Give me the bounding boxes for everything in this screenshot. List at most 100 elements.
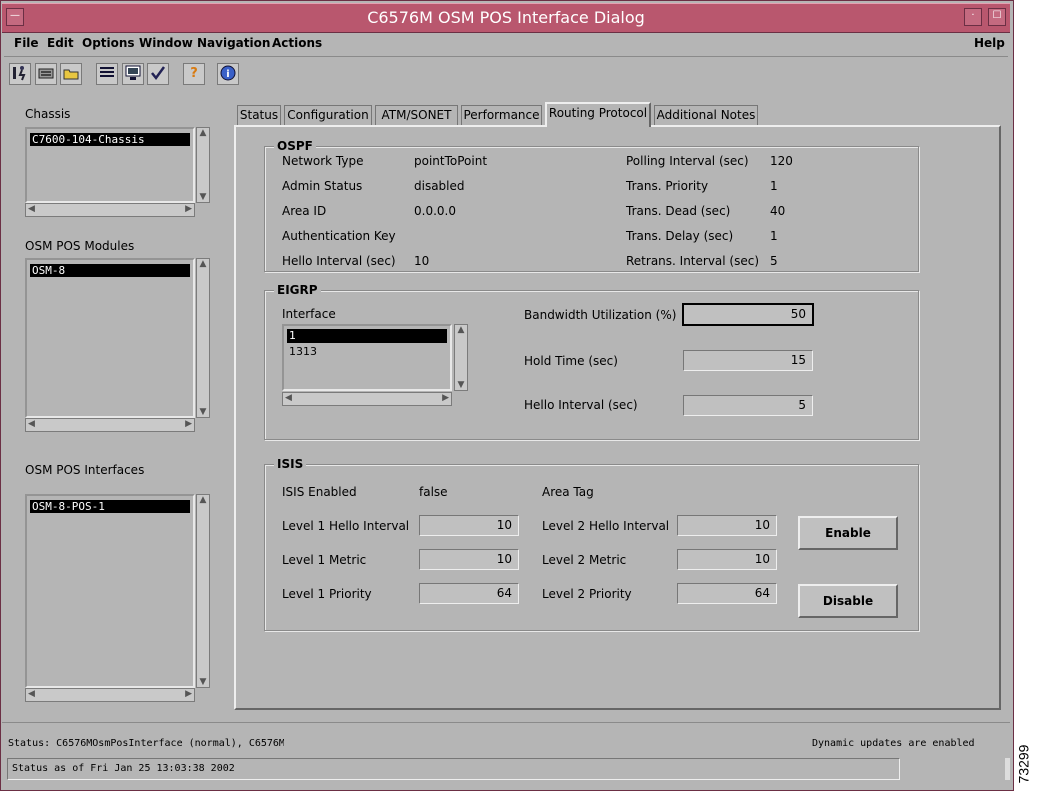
tab-performance[interactable]: Performance	[461, 105, 542, 126]
eigrp-hscrollbar[interactable]: ◀ ▶	[282, 392, 452, 406]
ospf-hello-interval-value: 10	[414, 254, 430, 268]
l1-hello-field[interactable]: 10	[419, 515, 519, 536]
list-item[interactable]: OSM-8-POS-1	[30, 500, 190, 513]
list-item[interactable]: 1	[287, 329, 447, 343]
trans-priority-label: Trans. Priority	[626, 179, 709, 193]
list-icon[interactable]	[96, 63, 118, 85]
eigrp-interface-label: Interface	[282, 307, 336, 321]
hold-time-field[interactable]: 15	[683, 350, 813, 371]
polling-interval-label: Polling Interval (sec)	[626, 154, 749, 168]
run-icon[interactable]	[9, 63, 31, 85]
isis-title: ISIS	[274, 457, 307, 471]
menu-help[interactable]: Help	[974, 36, 1005, 50]
disable-button[interactable]: Disable	[798, 584, 898, 618]
checkmark-icon[interactable]	[147, 63, 169, 85]
trans-priority-value: 1	[770, 179, 778, 193]
network-type-label: Network Type	[282, 154, 364, 168]
menu-navigation[interactable]: Navigation	[197, 36, 270, 50]
modules-list[interactable]: OSM-8	[25, 258, 195, 418]
chassis-label: Chassis	[25, 107, 71, 121]
l2-metric-label: Level 2 Metric	[542, 553, 627, 567]
modules-vscrollbar[interactable]: ▲ ▼	[196, 258, 210, 418]
ospf-title: OSPF	[274, 139, 316, 153]
retrans-interval-value: 5	[770, 254, 778, 268]
tab-atm-sonet[interactable]: ATM/SONET	[375, 105, 458, 126]
isis-enabled-label: ISIS Enabled	[282, 485, 357, 499]
minimize-button[interactable]: ·	[964, 8, 982, 26]
chassis-hscrollbar[interactable]: ◀ ▶	[25, 203, 195, 217]
eigrp-vscrollbar[interactable]: ▲ ▼	[454, 324, 468, 391]
menu-actions[interactable]: Actions	[272, 36, 322, 50]
l2-priority-field[interactable]: 64	[677, 583, 777, 604]
modules-label: OSM POS Modules	[25, 239, 135, 253]
bandwidth-field[interactable]: 50	[682, 303, 814, 326]
trans-dead-value: 40	[770, 204, 786, 218]
modules-hscrollbar[interactable]: ◀ ▶	[25, 418, 195, 432]
enable-button[interactable]: Enable	[798, 516, 898, 550]
admin-status-value: disabled	[414, 179, 465, 193]
menu-edit[interactable]: Edit	[47, 36, 74, 50]
l1-hello-label: Level 1 Hello Interval	[282, 519, 410, 533]
open-folder-icon[interactable]	[60, 63, 82, 85]
area-id-value: 0.0.0.0	[414, 204, 456, 218]
tab-status[interactable]: Status	[237, 105, 281, 126]
eigrp-title: EIGRP	[274, 283, 321, 297]
area-id-label: Area ID	[282, 204, 327, 218]
help-icon[interactable]: ?	[183, 63, 205, 85]
interfaces-vscrollbar[interactable]: ▲ ▼	[196, 494, 210, 688]
l2-hello-field[interactable]: 10	[677, 515, 777, 536]
l1-metric-field[interactable]: 10	[419, 549, 519, 570]
network-type-value: pointToPoint	[414, 154, 488, 168]
eigrp-hello-interval-field[interactable]: 5	[683, 395, 813, 416]
maximize-button[interactable]: ☐	[988, 8, 1006, 26]
auth-key-label: Authentication Key	[282, 229, 396, 243]
admin-status-label: Admin Status	[282, 179, 363, 193]
status-text: Status: C6576MOsmPosInterface (normal), …	[8, 738, 284, 749]
tab-additional-notes[interactable]: Additional Notes	[654, 105, 758, 126]
status-history-field: Status as of Fri Jan 25 13:03:38 2002	[7, 758, 900, 780]
menu-bar: File Edit Options Window Navigation Acti…	[4, 32, 1008, 57]
svg-text:i: i	[226, 69, 229, 80]
ospf-hello-interval-label: Hello Interval (sec)	[282, 254, 396, 268]
trans-dead-label: Trans. Dead (sec)	[626, 204, 731, 218]
menu-options[interactable]: Options	[82, 36, 135, 50]
tab-routing-protocol[interactable]: Routing Protocol	[545, 102, 651, 127]
l2-hello-label: Level 2 Hello Interval	[542, 519, 670, 533]
retrans-interval-label: Retrans. Interval (sec)	[626, 254, 760, 268]
title-bar[interactable]: — C6576M OSM POS Interface Dialog · ☐	[2, 3, 1010, 33]
l1-priority-label: Level 1 Priority	[282, 587, 372, 601]
hold-time-label: Hold Time (sec)	[524, 354, 618, 368]
l1-priority-field[interactable]: 64	[419, 583, 519, 604]
interfaces-hscrollbar[interactable]: ◀ ▶	[25, 688, 195, 702]
tab-configuration[interactable]: Configuration	[284, 105, 372, 126]
window-title: C6576M OSM POS Interface Dialog	[367, 8, 645, 27]
area-tag-label: Area Tag	[542, 485, 594, 499]
dynamic-updates-text: Dynamic updates are enabled	[812, 738, 975, 749]
status-timestamp: Status as of Fri Jan 25 13:03:38 2002	[12, 763, 235, 774]
list-item[interactable]: OSM-8	[30, 264, 190, 277]
l2-metric-field[interactable]: 10	[677, 549, 777, 570]
polling-interval-value: 120	[770, 154, 793, 168]
chassis-vscrollbar[interactable]: ▲ ▼	[196, 127, 210, 203]
figure-number-text: 73299	[1015, 744, 1032, 784]
menu-file[interactable]: File	[14, 36, 39, 50]
status-divider	[2, 722, 1010, 723]
figure-number: 73299	[1010, 744, 1037, 784]
list-item[interactable]: 1313	[289, 345, 317, 358]
chassis-icon[interactable]	[35, 63, 57, 85]
trans-delay-value: 1	[770, 229, 778, 243]
eigrp-interface-list[interactable]: 1 1313	[282, 324, 452, 391]
menu-window[interactable]: Window	[139, 36, 193, 50]
isis-enabled-value: false	[419, 485, 448, 499]
l2-priority-label: Level 2 Priority	[542, 587, 632, 601]
eigrp-hello-interval-label: Hello Interval (sec)	[524, 398, 638, 412]
list-item[interactable]: C7600-104-Chassis	[30, 133, 190, 146]
monitor-icon[interactable]	[122, 63, 144, 85]
bandwidth-label: Bandwidth Utilization (%)	[524, 308, 677, 322]
l1-metric-label: Level 1 Metric	[282, 553, 367, 567]
chassis-list[interactable]: C7600-104-Chassis	[25, 127, 195, 203]
trans-delay-label: Trans. Delay (sec)	[626, 229, 734, 243]
interfaces-label: OSM POS Interfaces	[25, 463, 145, 477]
interfaces-list[interactable]: OSM-8-POS-1	[25, 494, 195, 688]
info-icon[interactable]: i	[217, 63, 239, 85]
